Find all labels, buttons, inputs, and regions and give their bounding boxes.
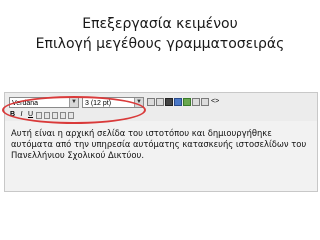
align-left-icon[interactable] (44, 111, 50, 119)
underline-icon[interactable]: U (27, 110, 34, 120)
align-justify-icon[interactable] (68, 111, 74, 119)
font-family-value: Verdana (12, 99, 39, 107)
align-right-icon[interactable] (60, 111, 66, 119)
text-color-icon[interactable] (165, 98, 173, 106)
strikethrough-icon[interactable] (36, 111, 42, 119)
font-size-value: 3 (12 pt) (85, 99, 112, 107)
image-icon[interactable] (183, 98, 191, 106)
chevron-down-icon: ▼ (134, 97, 143, 107)
align-center-icon[interactable] (52, 111, 58, 119)
content-line: Αυτή είναι η αρχική σελίδα του ιστοτόπου… (11, 128, 272, 138)
content-line: Πανελλήνιου Σχολικού Δικτύου. (11, 150, 145, 160)
indent-icon[interactable] (147, 98, 155, 106)
chevron-down-icon: ▼ (69, 97, 78, 107)
html-source-button[interactable]: <> (211, 97, 219, 107)
slide-subtitle: Επιλογή μεγέθους γραμματοσειράς (35, 36, 285, 52)
slide-title: Επεξεργασία κειμένου (82, 16, 238, 32)
editor-content[interactable]: Αυτή είναι η αρχική σελίδα του ιστοτόπου… (11, 128, 311, 161)
outdent-icon[interactable] (156, 98, 164, 106)
text-editor: Verdana ▼ 3 (12 pt) ▼ <> B I U Αυτή είνα… (4, 92, 318, 192)
content-line: αυτόματα από την υπηρεσία αυτόματης κατα… (11, 139, 307, 149)
table-icon[interactable] (192, 98, 200, 106)
special-char-icon[interactable] (201, 98, 209, 106)
font-family-select[interactable]: Verdana ▼ (9, 96, 79, 108)
italic-icon[interactable]: I (18, 110, 25, 120)
editor-toolbar: Verdana ▼ 3 (12 pt) ▼ <> B I U (5, 93, 317, 121)
link-icon[interactable] (174, 98, 182, 106)
font-size-select[interactable]: 3 (12 pt) ▼ (82, 96, 144, 108)
bold-icon[interactable]: B (9, 110, 16, 120)
